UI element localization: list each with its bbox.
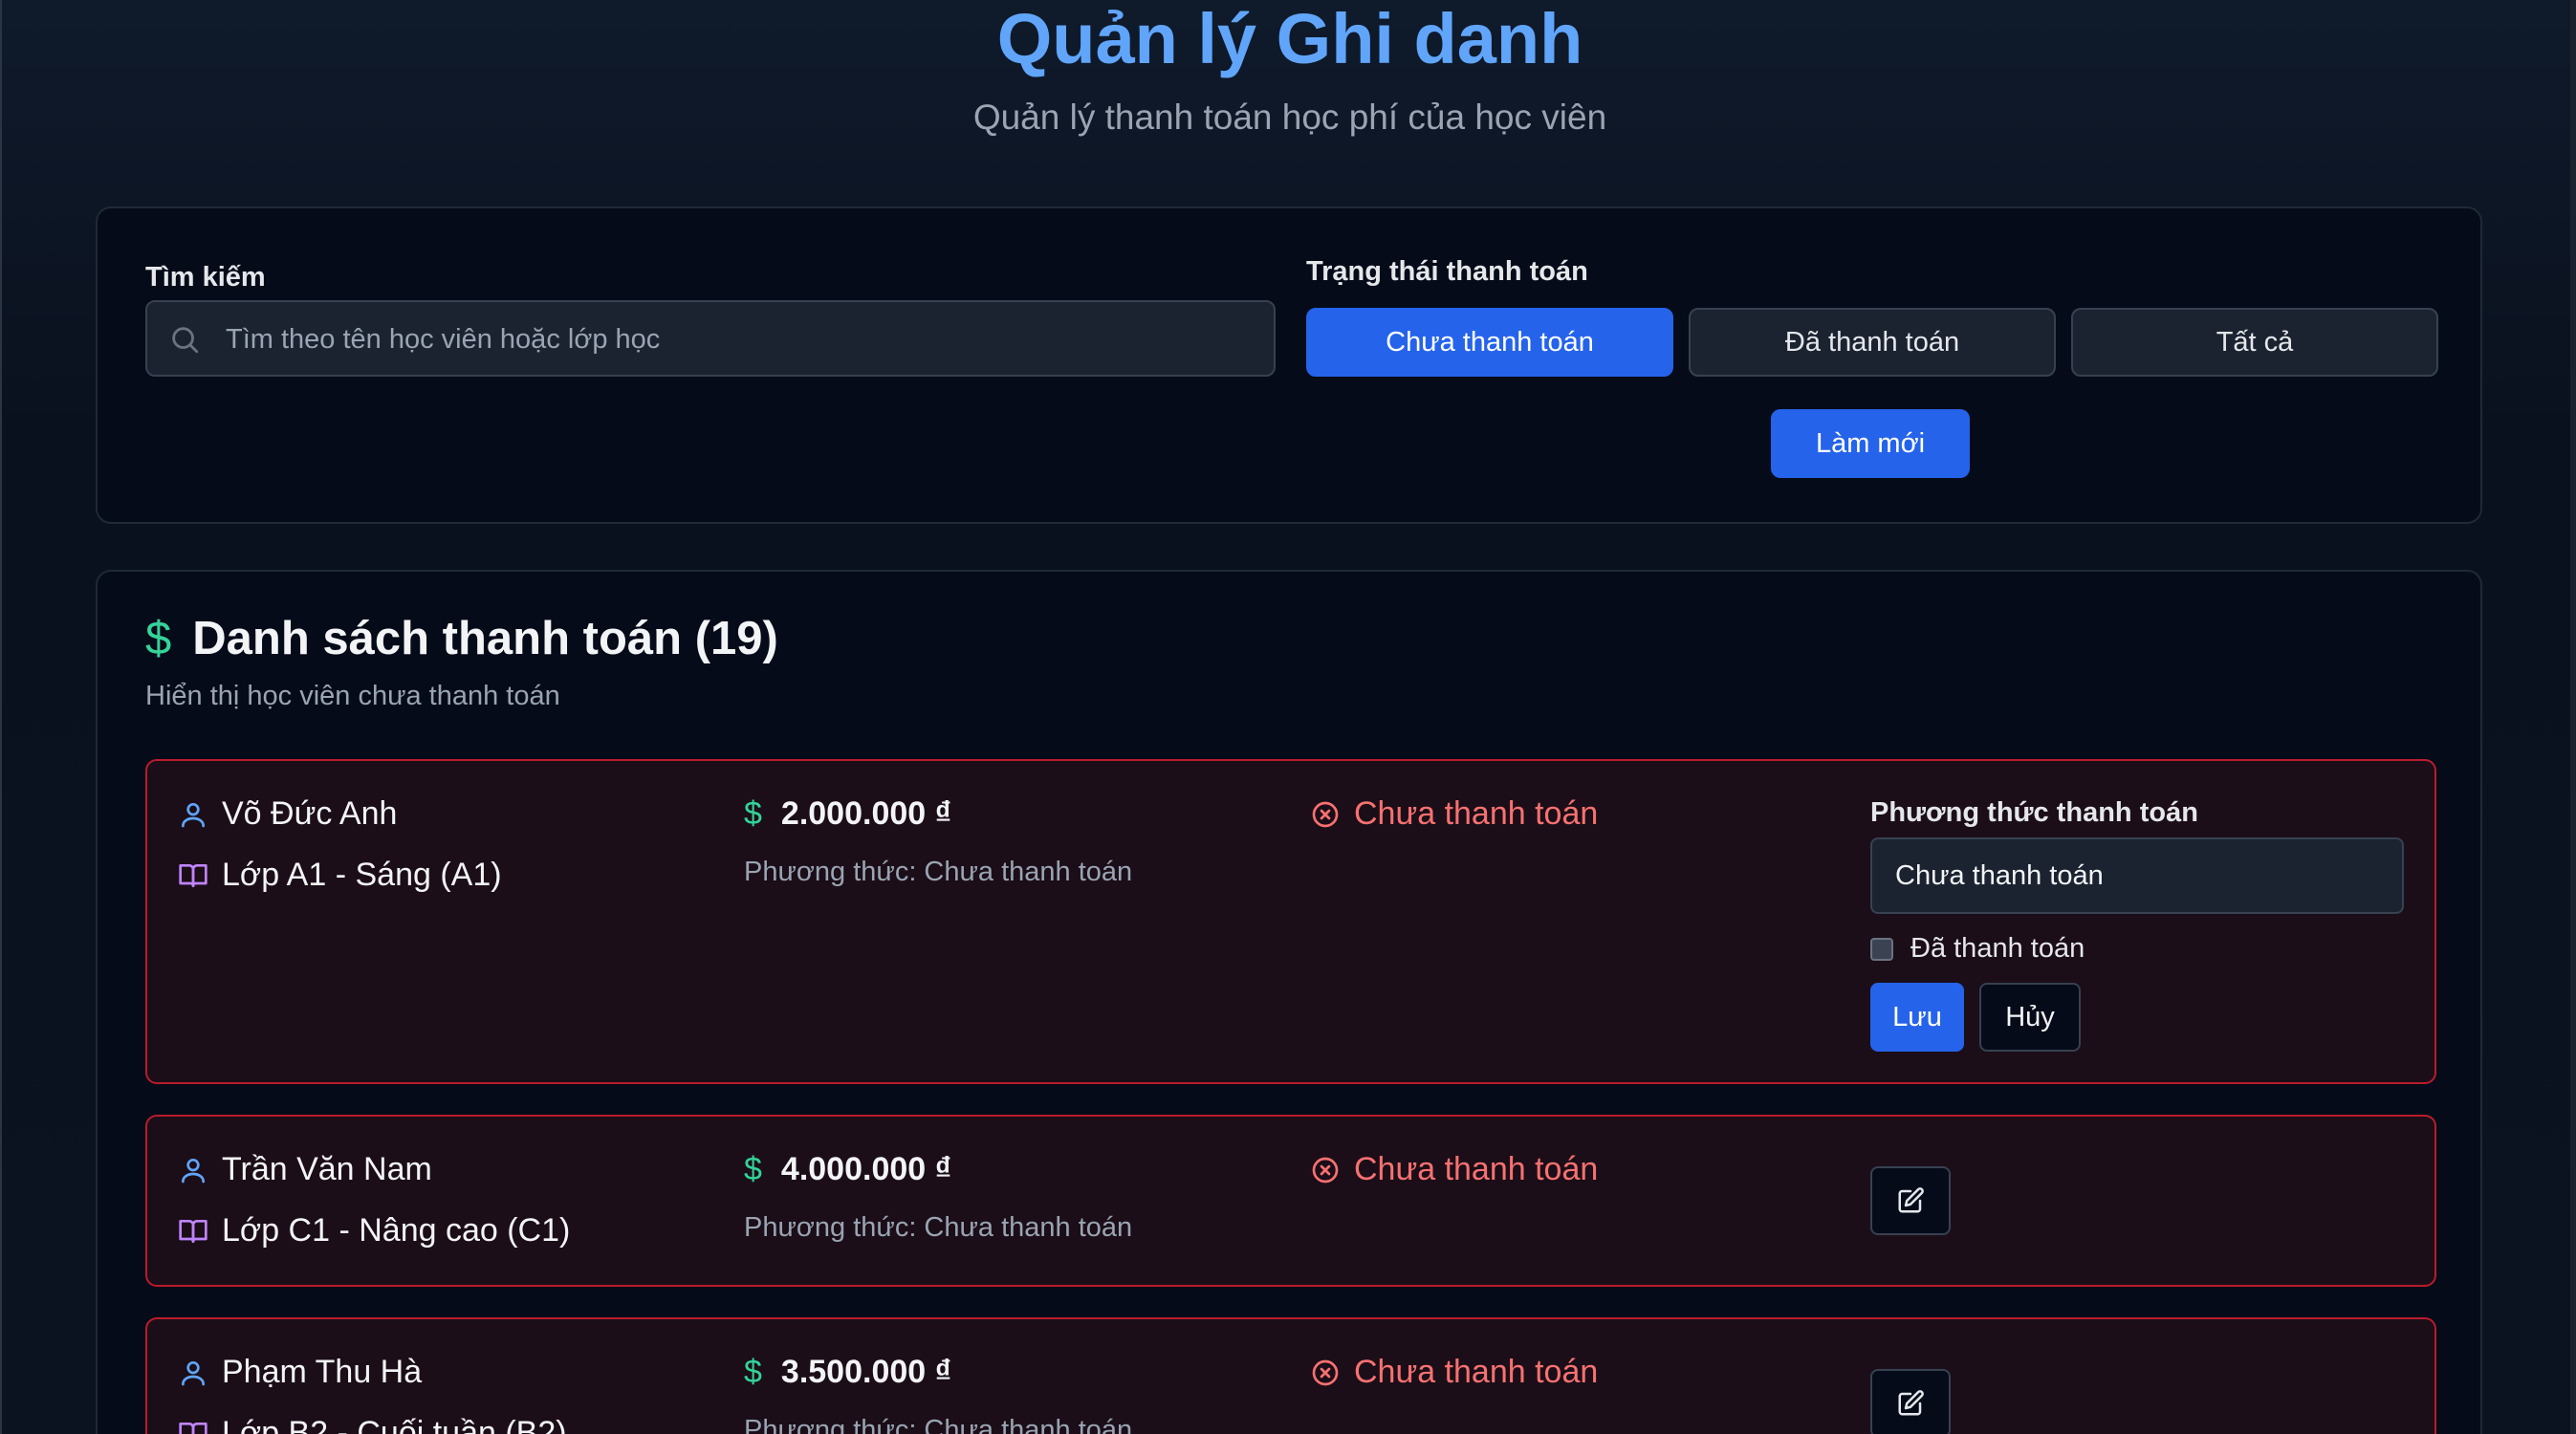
amount-row: $ 3.500.000 ₫ xyxy=(744,1354,951,1391)
class-name: Lớp B2 - Cuối tuần (B2) xyxy=(222,1415,567,1434)
payment-method-label: Phương thức thanh toán xyxy=(1870,797,2198,828)
edit-button[interactable] xyxy=(1870,1166,1951,1235)
list-title: $ Danh sách thanh toán (19) xyxy=(145,612,778,665)
paid-checkbox[interactable] xyxy=(1870,937,1893,961)
filter-paid-button[interactable]: Đã thanh toán xyxy=(1689,308,2056,377)
x-circle-icon xyxy=(1312,1157,1339,1183)
search-icon xyxy=(172,327,199,354)
student-name: Trần Văn Nam xyxy=(222,1151,432,1187)
status-text: Chưa thanh toán xyxy=(1354,795,1599,832)
payment-method: Phương thức: Chưa thanh toán xyxy=(744,857,1133,887)
list-subtitle: Hiển thị học viên chưa thanh toán xyxy=(145,681,560,711)
dollar-icon: $ xyxy=(744,795,762,832)
status-row: Chưa thanh toán xyxy=(1310,1151,1598,1188)
refresh-button[interactable]: Làm mới xyxy=(1771,409,1970,478)
book-icon xyxy=(179,1219,207,1243)
edit-icon xyxy=(1898,1390,1924,1416)
student-name: Võ Đức Anh xyxy=(222,795,398,832)
save-button[interactable]: Lưu xyxy=(1870,983,1964,1052)
status-text: Chưa thanh toán xyxy=(1354,1151,1599,1187)
scrollbar[interactable] xyxy=(2570,0,2576,1434)
payment-method: Phương thức: Chưa thanh toán xyxy=(744,1415,1133,1434)
status-text: Chưa thanh toán xyxy=(1354,1354,1599,1390)
edit-icon xyxy=(1898,1187,1924,1213)
payment-list-card: $ Danh sách thanh toán (19) Hiển thị học… xyxy=(96,570,2482,1434)
class-row: Lớp B2 - Cuối tuần (B2) xyxy=(178,1415,567,1434)
student-name-row: Phạm Thu Hà xyxy=(178,1354,422,1391)
x-circle-icon xyxy=(1312,801,1339,827)
dollar-icon: $ xyxy=(744,1354,762,1390)
search-input[interactable] xyxy=(224,302,1260,377)
cancel-button[interactable]: Hủy xyxy=(1979,983,2081,1052)
student-name-row: Võ Đức Anh xyxy=(178,795,397,833)
search-box[interactable] xyxy=(145,300,1276,377)
page-title: Quản lý Ghi danh xyxy=(996,0,1583,78)
payment-method-select[interactable]: Chưa thanh toán xyxy=(1870,837,2404,914)
x-circle-icon xyxy=(1312,1359,1339,1385)
payment-method: Phương thức: Chưa thanh toán xyxy=(744,1212,1133,1243)
user-icon xyxy=(182,1360,205,1385)
status-row: Chưa thanh toán xyxy=(1310,1354,1598,1391)
search-label: Tìm kiếm xyxy=(145,262,266,293)
payment-entry: Phạm Thu Hà Lớp B2 - Cuối tuần (B2) $ 3.… xyxy=(145,1317,2436,1434)
student-name: Phạm Thu Hà xyxy=(222,1354,423,1390)
filter-unpaid-button[interactable]: Chưa thanh toán xyxy=(1306,308,1673,377)
edit-button[interactable] xyxy=(1870,1369,1951,1434)
paid-checkbox-label: Đã thanh toán xyxy=(1910,933,2085,964)
payment-entry: Trần Văn Nam Lớp C1 - Nâng cao (C1) $ 4.… xyxy=(145,1115,2436,1287)
paid-checkbox-row[interactable]: Đã thanh toán xyxy=(1870,933,2085,965)
amount-value: 4.000.000 ₫ xyxy=(780,1151,952,1187)
amount-row: $ 4.000.000 ₫ xyxy=(744,1151,951,1188)
book-icon xyxy=(179,863,207,887)
class-name: Lớp C1 - Nâng cao (C1) xyxy=(222,1212,571,1249)
page-subtitle: Quản lý thanh toán học phí của học viên xyxy=(972,98,1607,137)
amount-row: $ 2.000.000 ₫ xyxy=(744,795,951,833)
page: Quản lý Ghi danh Quản lý thanh toán học … xyxy=(0,0,2576,1434)
status-row: Chưa thanh toán xyxy=(1310,795,1598,833)
book-icon xyxy=(179,1422,207,1434)
dollar-icon: $ xyxy=(145,613,172,664)
class-name: Lớp A1 - Sáng (A1) xyxy=(222,857,502,893)
dollar-icon: $ xyxy=(744,1151,762,1187)
class-row: Lớp A1 - Sáng (A1) xyxy=(178,857,502,894)
filter-all-button[interactable]: Tất cả xyxy=(2071,308,2438,377)
user-icon xyxy=(182,802,205,827)
class-row: Lớp C1 - Nâng cao (C1) xyxy=(178,1212,570,1249)
payment-entry: Võ Đức Anh Lớp A1 - Sáng (A1) $ 2.000.00… xyxy=(145,759,2436,1084)
list-title-text: Danh sách thanh toán (19) xyxy=(192,613,778,664)
amount-value: 2.000.000 ₫ xyxy=(780,795,952,832)
student-name-row: Trần Văn Nam xyxy=(178,1151,432,1188)
status-filter-label: Trạng thái thanh toán xyxy=(1306,256,1588,287)
user-icon xyxy=(182,1158,205,1183)
filter-card: Tìm kiếm Trạng thái thanh toán Chưa than… xyxy=(96,206,2482,524)
amount-value: 3.500.000 ₫ xyxy=(780,1354,952,1390)
